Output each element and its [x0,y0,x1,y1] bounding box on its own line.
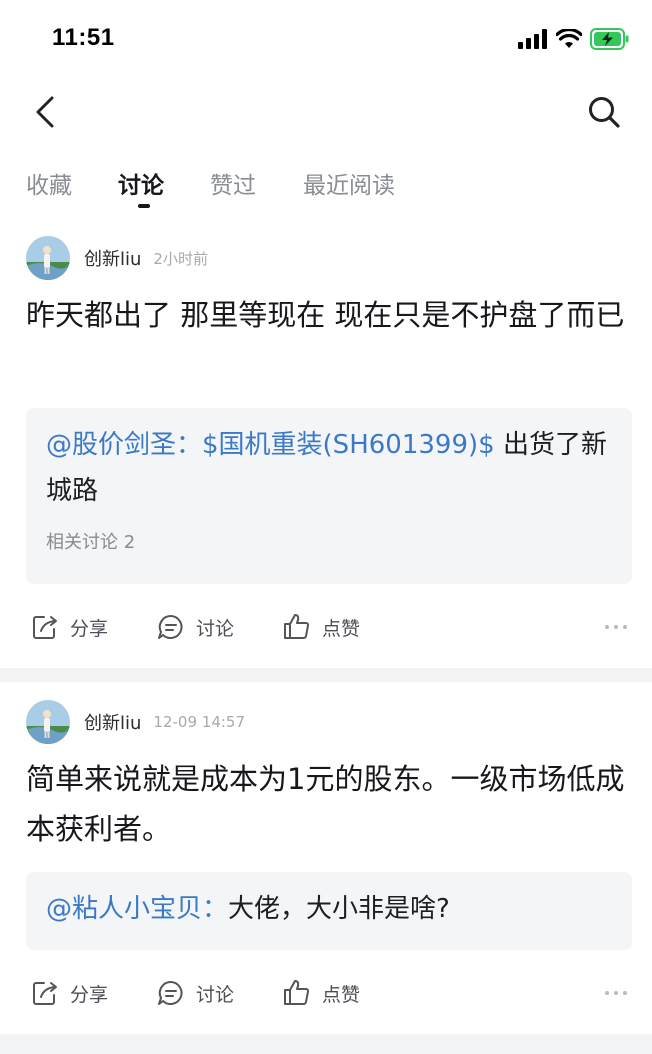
discuss-label: 讨论 [196,983,235,1006]
share-button[interactable]: 分享 [30,973,108,1013]
action-bar: 分享 讨论 点赞 [26,973,632,1013]
more-icon[interactable] [604,617,628,637]
tab-bar: 收藏 讨论 赞过 最近阅读 [0,160,652,216]
share-label: 分享 [70,617,109,640]
post-body: 昨天都出了 那里等现在 现在只是不护盘了而已 [26,298,625,332]
tab-liked[interactable]: 赞过 [210,166,256,200]
tab-recently-read[interactable]: 最近阅读 [303,166,395,200]
post-separator [0,668,652,682]
discuss-button[interactable]: 讨论 [156,607,234,647]
tab-favorites[interactable]: 收藏 [26,166,72,200]
search-button[interactable] [586,94,622,130]
comment-icon [158,980,183,1005]
share-button[interactable]: 分享 [30,607,108,647]
quote-mention-link[interactable]: @粘人小宝贝： [46,894,228,924]
status-time: 11:51 [52,24,115,51]
post-body: 简单来说就是成本为1元的股东。一级市场低成本获利者。 [26,762,625,846]
action-bar: 分享 讨论 点赞 [26,607,632,647]
like-icon [284,614,310,639]
search-icon [589,97,620,128]
share-icon [33,616,57,639]
status-icons [518,28,630,50]
author-row: 创新liu 12-09 14:57 [26,700,245,744]
back-button[interactable] [28,94,64,130]
status-bar: 11:51 [0,0,652,80]
more-icon[interactable] [604,983,628,1003]
avatar[interactable] [26,700,70,744]
post-time: 12-09 14:57 [153,713,246,731]
quote-text: @股价剑圣：$国机重装(SH601399)$ 出货了新城路 [46,422,612,514]
discuss-label: 讨论 [196,617,235,640]
quote-mention-link[interactable]: @股价剑圣：$国机重装(SH601399)$ [46,430,495,460]
author-row: 创新liu 2小时前 [26,236,208,280]
tab-discussions[interactable]: 讨论 [118,166,164,200]
quote-content: 大佬，大小非是啥? [228,894,450,924]
active-tab-indicator [138,204,150,208]
like-label: 点赞 [322,983,361,1006]
like-button[interactable]: 点赞 [282,607,360,647]
battery-icon [590,28,629,50]
comment-icon [158,614,183,639]
like-icon [284,980,310,1005]
wifi-icon [556,29,582,48]
post-separator [0,1034,652,1054]
quoted-post[interactable]: @股价剑圣：$国机重装(SH601399)$ 出货了新城路 相关讨论 2 [26,408,632,584]
like-label: 点赞 [322,617,361,640]
quoted-post[interactable]: @粘人小宝贝：大佬，大小非是啥? [26,872,632,950]
avatar[interactable] [26,236,70,280]
post-card[interactable]: 创新liu 12-09 14:57 简单来说就是成本为1元的股东。一级市场低成本… [0,700,652,1030]
signal-icon [518,29,547,49]
post-card[interactable]: 创新liu 2小时前 昨天都出了 那里等现在 现在只是不护盘了而已 @股价剑圣：… [0,236,652,666]
post-time: 2小时前 [153,249,208,268]
back-arrow-icon [36,96,54,128]
share-icon [33,982,57,1005]
nav-bar [0,80,652,144]
author-name[interactable]: 创新liu [84,709,141,735]
discuss-button[interactable]: 讨论 [156,973,234,1013]
related-discussions-link[interactable]: 相关讨论 2 [46,528,612,554]
like-button[interactable]: 点赞 [282,973,360,1013]
share-label: 分享 [70,983,109,1006]
author-name[interactable]: 创新liu [84,245,141,271]
quote-text: @粘人小宝贝：大佬，大小非是啥? [46,886,612,932]
